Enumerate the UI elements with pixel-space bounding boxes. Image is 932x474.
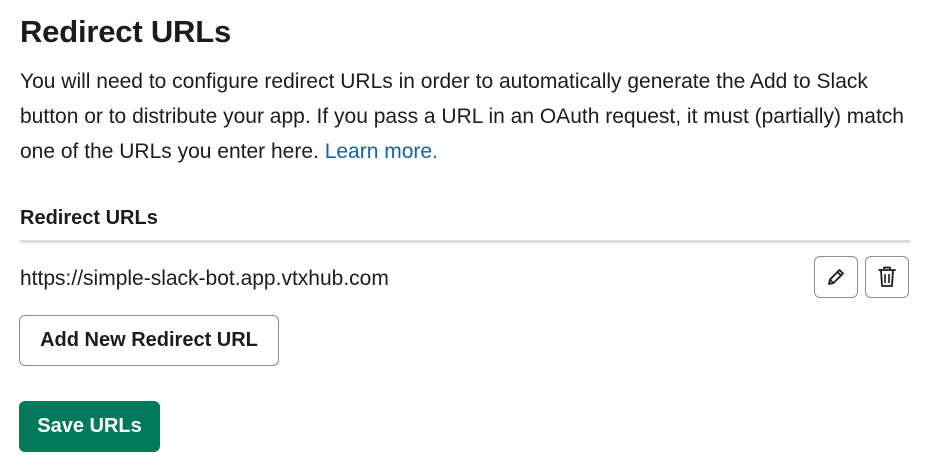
trash-icon: [876, 265, 898, 289]
redirect-url-row: https://simple-slack-bot.app.vtxhub.com: [20, 243, 910, 309]
description-text: You will need to configure redirect URLs…: [20, 70, 904, 163]
redirect-urls-page: Redirect URLs You will need to configure…: [0, 0, 932, 474]
pencil-icon: [825, 266, 847, 288]
section-description: You will need to configure redirect URLs…: [20, 64, 910, 169]
add-new-redirect-url-button[interactable]: Add New Redirect URL: [19, 315, 279, 366]
redirect-url-text: https://simple-slack-bot.app.vtxhub.com: [20, 267, 389, 290]
learn-more-link[interactable]: Learn more.: [325, 140, 438, 163]
page-title: Redirect URLs: [20, 14, 232, 49]
delete-url-button[interactable]: [865, 256, 909, 298]
redirect-urls-label: Redirect URLs: [20, 207, 158, 229]
save-urls-button[interactable]: Save URLs: [19, 401, 160, 452]
edit-url-button[interactable]: [814, 256, 858, 298]
